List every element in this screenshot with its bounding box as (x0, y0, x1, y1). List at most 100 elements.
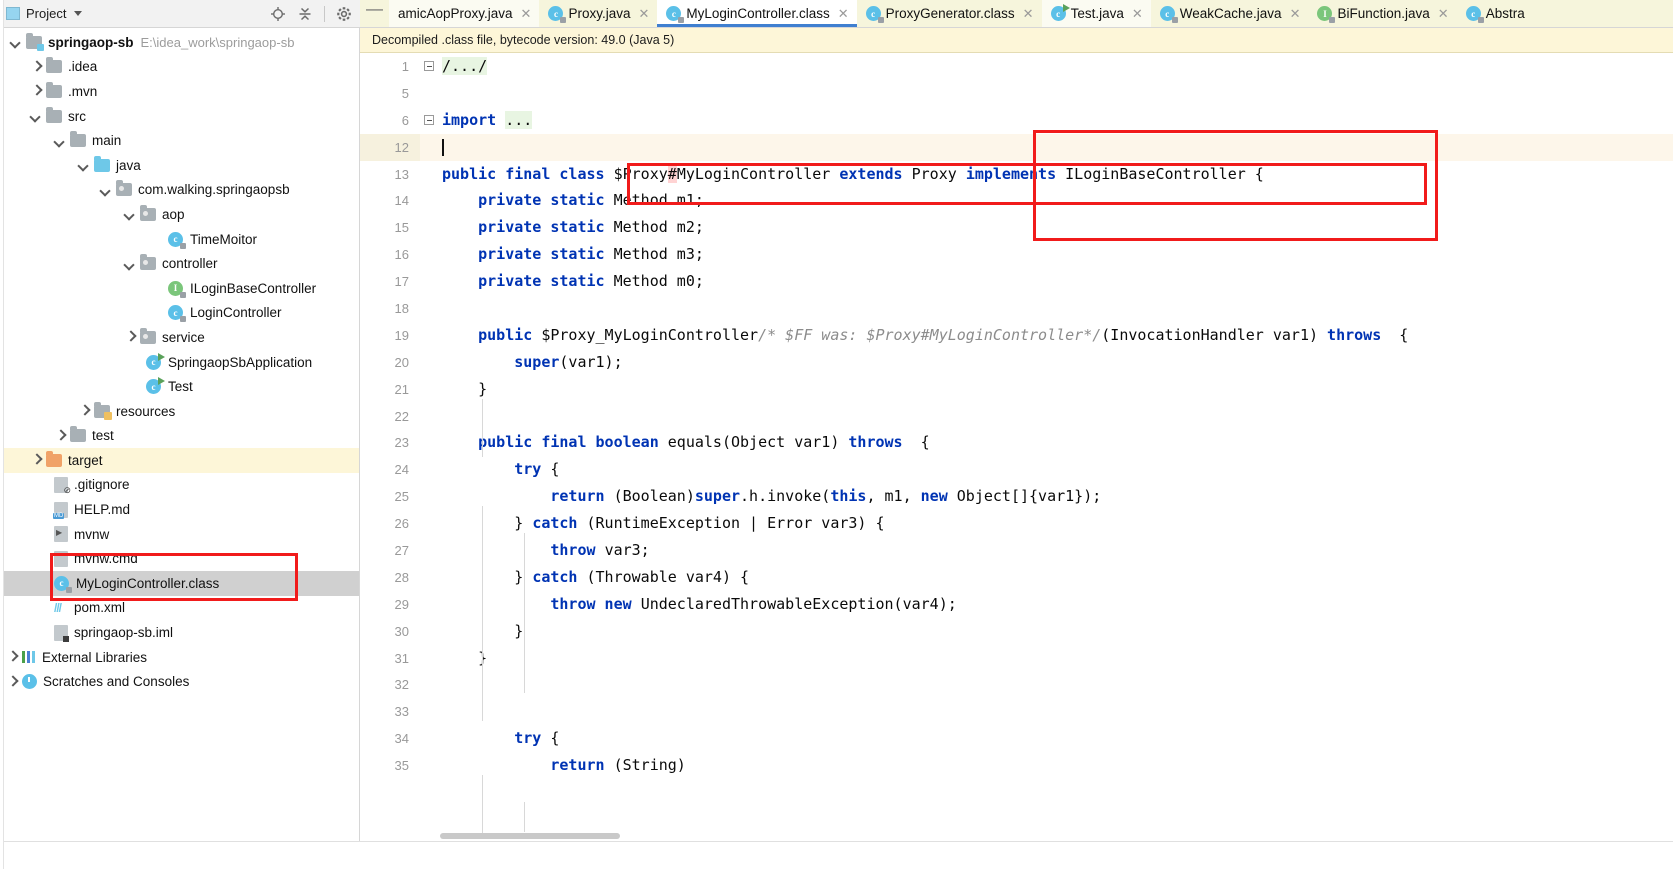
chevron-down-icon[interactable] (124, 208, 136, 220)
code-line-caret[interactable]: 12 (360, 133, 1673, 161)
tree-node-src[interactable]: src (0, 104, 359, 129)
tree-node-service[interactable]: service (0, 325, 359, 350)
tree-node-root[interactable]: springaop-sb E:\idea_work\springaop-sb (0, 30, 359, 55)
tree-node-scratches[interactable]: Scratches and Consoles (0, 669, 359, 694)
code-line[interactable]: 14 private static Method m1; (360, 187, 1673, 214)
code-line[interactable]: 30 } (360, 618, 1673, 645)
code-line[interactable]: 21 } (360, 376, 1673, 403)
tree-node-mylogincontroller-class[interactable]: c MyLoginController.class (0, 571, 359, 596)
tree-node-pom-xml[interactable]: pom.xml (0, 596, 359, 621)
tree-node-test-class[interactable]: c Test (0, 374, 359, 399)
code-line[interactable]: 13 public final class $Proxy#MyLoginCont… (360, 161, 1673, 188)
locate-icon[interactable] (270, 6, 286, 22)
editor-tab-7[interactable]: c Abstra (1456, 0, 1533, 27)
code-line[interactable]: 28 } catch (Throwable var4) { (360, 564, 1673, 591)
chevron-down-icon[interactable] (78, 159, 90, 171)
chevron-right-icon[interactable] (6, 651, 18, 663)
tree-node-springaopsbapplication[interactable]: c SpringaopSbApplication (0, 350, 359, 375)
chevron-right-icon[interactable] (6, 676, 18, 688)
tree-node-target[interactable]: target (0, 448, 359, 473)
code-line[interactable]: 20 super(var1); (360, 349, 1673, 376)
tree-node-iml[interactable]: springaop-sb.iml (0, 620, 359, 645)
chevron-down-icon[interactable] (10, 36, 22, 48)
project-tree[interactable]: springaop-sb E:\idea_work\springaop-sb .… (0, 28, 360, 841)
close-icon[interactable]: ✕ (521, 6, 532, 22)
code-line[interactable]: 15 private static Method m2; (360, 214, 1673, 241)
tree-node-gitignore[interactable]: .gitignore (0, 473, 359, 498)
editor-tab-0[interactable]: amicAopProxy.java ✕ (389, 0, 540, 27)
code-line[interactable]: 24 try { (360, 456, 1673, 483)
code-editor[interactable]: Decompiled .class file, bytecode version… (360, 28, 1673, 841)
code-line[interactable]: 26 } catch (RuntimeException | Error var… (360, 510, 1673, 537)
fold-gutter[interactable] (420, 53, 442, 80)
tree-node-idea[interactable]: .idea (0, 55, 359, 80)
tree-node-test-folder[interactable]: test (0, 424, 359, 449)
close-icon[interactable]: ✕ (1290, 6, 1301, 22)
tree-node-timemoitor[interactable]: c TimeMoitor (0, 227, 359, 252)
project-panel-title[interactable]: Project (6, 6, 83, 21)
editor-scrollbar-thumb[interactable] (440, 833, 620, 839)
tree-node-mvnw-cmd[interactable]: mvnw.cmd (0, 546, 359, 571)
tree-node-help-md[interactable]: HELP.md (0, 497, 359, 522)
chevron-right-icon[interactable] (30, 454, 42, 466)
tree-node-resources[interactable]: resources (0, 399, 359, 424)
code-line[interactable]: 31 } (360, 645, 1673, 672)
editor-tab-2[interactable]: c MyLoginController.class ✕ (657, 0, 857, 27)
close-icon[interactable]: ✕ (1132, 6, 1143, 22)
minimize-icon[interactable]: — (360, 0, 389, 27)
code-line[interactable]: 19 public $Proxy_MyLoginController/* $FF… (360, 322, 1673, 349)
code-line[interactable]: 22 (360, 403, 1673, 430)
chevron-down-icon[interactable] (30, 110, 42, 122)
close-icon[interactable]: ✕ (1438, 6, 1449, 22)
chevron-right-icon[interactable] (124, 331, 136, 343)
code-line[interactable]: 6 import ... (360, 107, 1673, 134)
editor-tab-3[interactable]: c ProxyGenerator.class ✕ (856, 0, 1042, 27)
tree-node-java[interactable]: java (0, 153, 359, 178)
close-icon[interactable]: ✕ (838, 6, 849, 22)
code-line[interactable]: 29 throw new UndeclaredThrowableExceptio… (360, 591, 1673, 618)
tree-node-mvn[interactable]: .mvn (0, 79, 359, 104)
code-line[interactable]: 17 private static Method m0; (360, 268, 1673, 295)
collapse-all-icon[interactable] (297, 6, 313, 22)
code-line[interactable]: 1 /.../ (360, 53, 1673, 80)
tree-node-main[interactable]: main (0, 128, 359, 153)
chevron-down-icon[interactable] (54, 135, 66, 147)
tree-node-aop[interactable]: aop (0, 202, 359, 227)
editor-tab-6[interactable]: I BiFunction.java ✕ (1308, 0, 1457, 27)
close-icon[interactable]: ✕ (1023, 6, 1034, 22)
chevron-right-icon[interactable] (54, 430, 66, 442)
code-area[interactable]: 1 /.../ 5 6 import ... 12 13 public fina… (360, 53, 1673, 806)
tree-node-ilogin-base-controller[interactable]: I ILoginBaseController (0, 276, 359, 301)
tree-node-mvnw[interactable]: mvnw (0, 522, 359, 547)
close-icon[interactable]: ✕ (638, 6, 649, 22)
code-line[interactable]: 27 throw var3; (360, 537, 1673, 564)
tree-node-package-root[interactable]: com.walking.springaopsb (0, 178, 359, 203)
tree-node-controller[interactable]: controller (0, 251, 359, 276)
editor-tab-5[interactable]: c WeakCache.java ✕ (1150, 0, 1309, 27)
code-line[interactable]: 23 public final boolean equals(Object va… (360, 429, 1673, 456)
chevron-right-icon[interactable] (30, 85, 42, 97)
code-line[interactable]: 25 return (Boolean)super.h.invoke(this, … (360, 483, 1673, 510)
code-line[interactable]: 32 (360, 671, 1673, 698)
chevron-right-icon[interactable] (78, 405, 90, 417)
tree-node-external-libraries[interactable]: External Libraries (0, 645, 359, 670)
code-line-last[interactable] (360, 779, 1673, 806)
code-line[interactable]: 18 (360, 295, 1673, 322)
editor-tab-1[interactable]: c Proxy.java ✕ (539, 0, 658, 27)
fold-box-icon[interactable] (424, 61, 434, 71)
code-line[interactable]: 5 (360, 80, 1673, 107)
settings-gear-icon[interactable] (336, 6, 352, 22)
chevron-right-icon[interactable] (30, 61, 42, 73)
code-line[interactable]: 35 return (String) (360, 752, 1673, 779)
editor-tab-bar[interactable]: — amicAopProxy.java ✕ c Proxy.java ✕ c M… (360, 0, 1673, 28)
fold-box-icon[interactable] (424, 114, 434, 125)
code-line[interactable]: 34 try { (360, 725, 1673, 752)
chevron-down-icon[interactable] (124, 258, 136, 270)
tree-node-login-controller[interactable]: c LoginController (0, 301, 359, 326)
chevron-down-icon[interactable] (100, 184, 112, 196)
editor-tab-4[interactable]: c Test.java ✕ (1041, 0, 1151, 27)
fold-gutter[interactable] (420, 107, 442, 134)
code-line[interactable]: 16 private static Method m3; (360, 241, 1673, 268)
chevron-down-icon[interactable] (74, 11, 83, 16)
code-line[interactable]: 33 (360, 698, 1673, 725)
